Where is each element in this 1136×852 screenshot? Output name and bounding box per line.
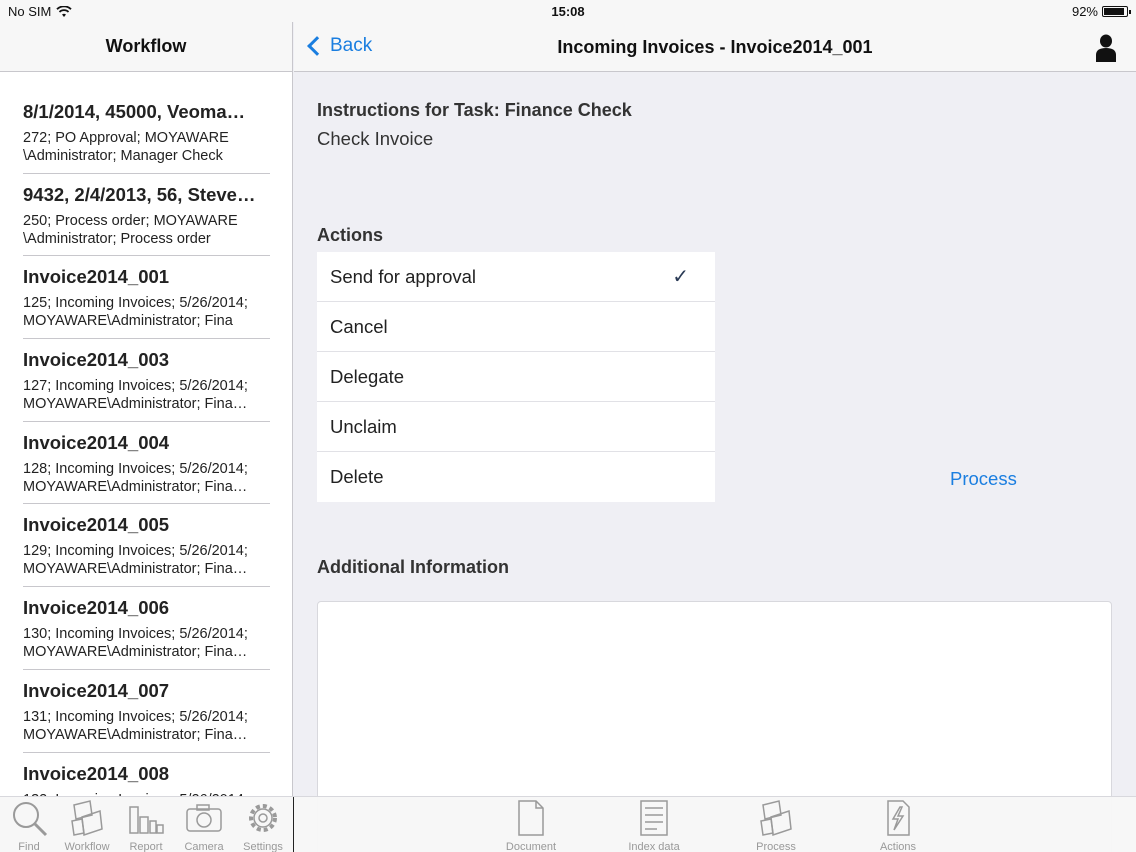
status-right: 92%: [1071, 4, 1131, 19]
checkmark-icon: ✓: [672, 266, 689, 288]
workflow-item-title: Invoice2014_004: [23, 431, 170, 453]
tab-label: Settings: [243, 841, 283, 852]
workflow-item-subtitle: 131; Incoming Invoices; 5/26/2014; MOYAW…: [23, 708, 248, 743]
process-button[interactable]: Process: [950, 468, 1017, 490]
workflow-list-item[interactable]: 9432, 2/4/2013, 56, Steve… 250; Process o…: [23, 174, 270, 257]
workflow-item-title: Invoice2014_006: [23, 597, 170, 619]
workflow-list-item[interactable]: Invoice2014_005 129; Incoming Invoices; 5…: [23, 504, 270, 588]
workflow-item-subtitle: 128; Incoming Invoices; 5/26/2014; MOYAW…: [23, 460, 248, 495]
action-item[interactable]: Delegate: [317, 352, 715, 402]
tab-report[interactable]: Report: [117, 799, 175, 852]
workflow-item-subtitle: 125; Incoming Invoices; 5/26/2014; MOYAW…: [23, 295, 248, 330]
workflow-item-subtitle: 129; Incoming Invoices; 5/26/2014; MOYAW…: [23, 543, 248, 578]
workflow-item-subtitle: 127; Incoming Invoices; 5/26/2014; MOYAW…: [23, 378, 248, 413]
action-label: Delete: [330, 466, 384, 487]
user-icon[interactable]: [1096, 34, 1116, 62]
action-item[interactable]: Send for approval ✓: [317, 252, 715, 302]
workflow-item-subtitle: 250; Process order; MOYAWARE \Administra…: [23, 212, 238, 247]
tab-actions[interactable]: Actions: [869, 799, 927, 852]
tab-find[interactable]: Find: [0, 799, 58, 852]
nav-bar: Back Incoming Invoices - Invoice2014_001: [294, 22, 1136, 72]
action-label: Cancel: [330, 315, 388, 337]
document-icon: [518, 800, 544, 836]
page-title: Incoming Invoices - Invoice2014_001: [557, 37, 873, 57]
actions-icon: [887, 800, 910, 836]
tab-label: Camera: [184, 841, 224, 852]
action-item[interactable]: Cancel: [317, 302, 715, 352]
workflow-item-title: Invoice2014_007: [23, 679, 170, 701]
workflow-icon: [71, 800, 103, 837]
workflow-list-item[interactable]: Invoice2014_004 128; Incoming Invoices; 5…: [23, 422, 270, 505]
workflow-list-item[interactable]: Invoice2014_008132; Incoming Invoices; 5…: [23, 753, 270, 797]
actions-list: Send for approval ✓ Cancel Delegate Unclaim D…: [317, 252, 715, 502]
actions-heading: Actions: [317, 225, 384, 245]
tab-label: Workflow: [64, 841, 110, 852]
tab-workflow[interactable]: Workflow: [58, 799, 116, 852]
camera-icon: [186, 804, 222, 832]
process-icon: [760, 800, 792, 837]
report-icon: [129, 806, 164, 834]
gear-icon: [249, 804, 277, 832]
action-item[interactable]: Delete: [317, 452, 715, 502]
action-label: Unclaim: [330, 415, 397, 437]
workflow-item-subtitle: 130; Incoming Invoices; 5/26/2014; MOYAW…: [23, 626, 248, 661]
tab-process[interactable]: Process: [747, 799, 805, 852]
status-bar: No SIM 15:08 92%: [0, 0, 1136, 22]
action-label: Delegate: [330, 365, 405, 387]
tab-camera[interactable]: Camera: [175, 799, 233, 852]
workflow-item-title: Invoice2014_008: [23, 762, 170, 784]
status-time: 15:08: [551, 4, 585, 19]
tab-label: Find: [18, 841, 40, 852]
instructions-text: Check Invoice: [317, 128, 434, 149]
workflow-item-title: Invoice2014_001: [23, 266, 170, 288]
workflow-list-item[interactable]: Invoice2014_007 131; Incoming Invoices; 5…: [23, 670, 270, 753]
tab-bar: Find Workflow Report Camera Settings Doc…: [0, 796, 1136, 852]
tab-document[interactable]: Document: [502, 799, 560, 852]
workflow-list-item[interactable]: Invoice2014_006 130; Incoming Invoices; 5…: [23, 587, 270, 670]
action-label: Send for approval: [330, 265, 477, 287]
workflow-list: 8/1/2014, 45000, Veoma… 272; PO Approval;…: [0, 72, 292, 796]
workflow-list-item[interactable]: Invoice2014_001 125; Incoming Invoices; 5…: [23, 256, 270, 340]
tab-label: Index data: [628, 841, 680, 852]
tab-label: Report: [129, 841, 163, 852]
additional-info-heading: Additional Information: [317, 557, 509, 577]
workflow-item-title: Invoice2014_005: [23, 514, 170, 536]
tab-label: Actions: [879, 841, 917, 852]
action-item[interactable]: Unclaim: [317, 402, 715, 452]
battery-icon: [1102, 6, 1131, 17]
detail-pane: Back Incoming Invoices - Invoice2014_001…: [294, 22, 1136, 852]
workflow-list-item[interactable]: Invoice2014_003 127; Incoming Invoices; 5…: [23, 339, 270, 422]
battery-percent: 92%: [1071, 4, 1098, 19]
tab-bar-divider: [293, 797, 294, 852]
workflow-item-title: 8/1/2014, 45000, Veoma…: [23, 101, 246, 122]
workflow-header: Workflow: [0, 22, 292, 72]
workflow-item-title: Invoice2014_003: [23, 349, 170, 371]
workflow-pane: Workflow 8/1/2014, 45000, Veoma… 272; PO …: [0, 22, 293, 796]
workflow-item-title: 9432, 2/4/2013, 56, Steve…: [23, 183, 256, 205]
workflow-item-subtitle: 272; PO Approval; MOYAWARE \Administrato…: [23, 130, 229, 164]
tab-index-data[interactable]: Index data: [625, 799, 683, 852]
workflow-list-item[interactable]: 8/1/2014, 45000, Veoma… 272; PO Approval;…: [23, 91, 270, 174]
instructions-heading: Instructions for Task: Finance Check: [317, 100, 632, 120]
magnifier-icon: [13, 802, 48, 837]
tab-settings[interactable]: Settings: [234, 799, 292, 852]
tab-label: Process: [756, 841, 796, 852]
index-data-icon: [640, 800, 668, 836]
tab-label: Document: [505, 841, 557, 852]
